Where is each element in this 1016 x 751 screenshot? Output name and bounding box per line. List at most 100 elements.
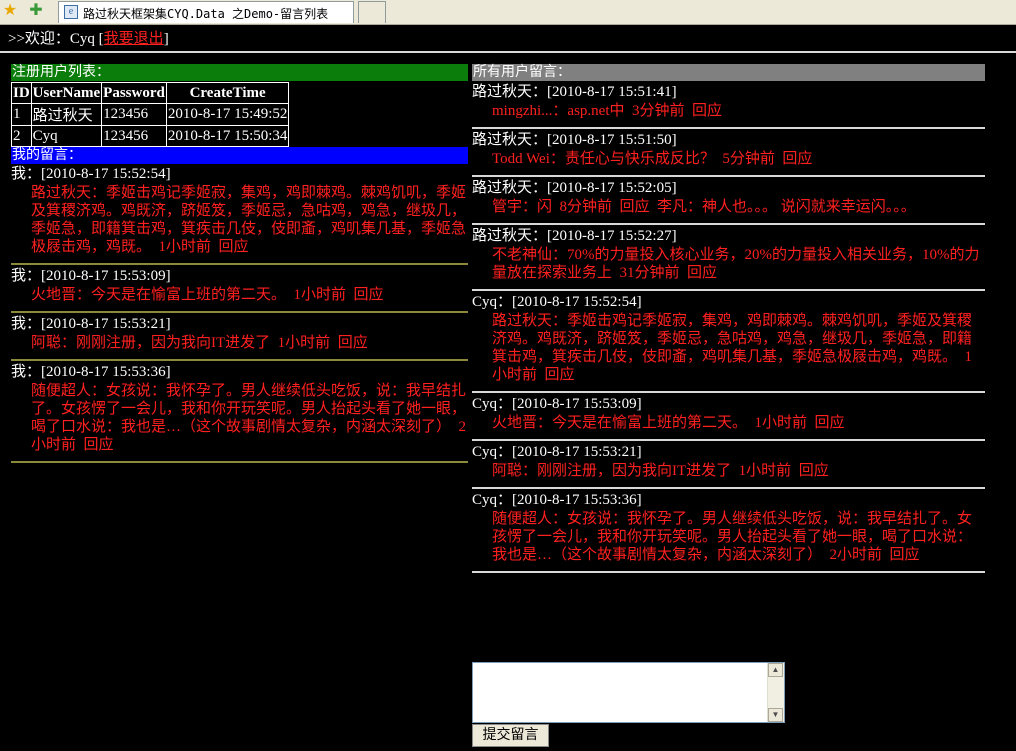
message-text: 阿聪：刚刚注册，因为我向IT进发了 [492,463,732,479]
all-messages-header: 所有用户留言： [472,64,985,81]
message-author: 路过秋天：[2010-8-17 15:51:50] [472,132,677,148]
logout-link[interactable]: 我要退出 [104,31,164,47]
message-body: 随便超人：女孩说：我怀孕了。男人继续低头吃饭，说：我早结扎了。女孩愣了一会儿，我… [11,382,468,454]
star-icon[interactable]: ★ [1,2,19,20]
table-row: 1 路过秋天 123456 2010-8-17 15:49:52 [11,103,290,126]
message-text: 路过秋天：季姬击鸡记季姬寂，集鸡，鸡即棘鸡。棘鸡饥叽，季姬及箕稷济鸡。鸡既济，跻… [492,313,973,365]
message-author: 路过秋天：[2010-8-17 15:52:05] [472,180,677,196]
table-cell: 2010-8-17 15:50:34 [165,125,290,147]
left-column: 注册用户列表： ID UserName Password CreateTime … [11,64,468,463]
message-body: 路过秋天：季姬击鸡记季姬寂，集鸡，鸡即棘鸡。棘鸡饥叽，季姬及箕稷济鸡。鸡既济，跻… [11,184,468,256]
message-text: 阿聪：刚刚注册，因为我向IT进发了 [31,335,271,351]
reply-link[interactable]: 回应 [338,335,368,351]
table-cell: 2 [11,125,32,147]
list-item: 我：[2010-8-17 15:53:36] 随便超人：女孩说：我怀孕了。男人继… [11,361,468,463]
tab-current[interactable]: e 路过秋天框架集CYQ.Data 之Demo-留言列表 [58,1,354,23]
reply-link[interactable]: 回应 [545,367,575,383]
list-item: Cyq：[2010-8-17 15:53:09] 火地晋：今天是在愉富上班的第二… [472,393,985,441]
table-cell: 123456 [101,103,167,126]
message-time: 1小时前 [738,463,792,479]
users-table: ID UserName Password CreateTime 1 路过秋天 1… [11,82,290,147]
divider [0,51,1016,53]
column-header: CreateTime [165,82,290,104]
reply-link[interactable]: 回应 [620,199,650,215]
message-body: 火地晋：今天是在愉富上班的第二天。 1小时前 回应 [11,286,468,304]
table-cell: 路过秋天 [30,103,103,126]
message-author: 我：[2010-8-17 15:53:36] [11,364,171,380]
scroll-down-icon[interactable]: ▼ [768,708,783,722]
list-item: 路过秋天：[2010-8-17 15:51:41] mingzhi...：asp… [472,81,985,129]
reply-link[interactable]: 回应 [815,415,845,431]
textarea-scrollbar[interactable]: ▲ ▼ [767,663,784,722]
list-item: Cyq：[2010-8-17 15:53:21] 阿聪：刚刚注册，因为我向IT进… [472,441,985,489]
users-header: 注册用户列表： [11,64,468,81]
welcome-text: >>欢迎：Cyq [ [8,31,104,47]
submit-message-button[interactable]: 提交留言 [472,724,549,747]
message-time: 1小时前 [158,239,212,255]
table-header-row: ID UserName Password CreateTime [11,82,290,104]
message-body: mingzhi...：asp.net中 3分钟前 回应 [472,102,985,120]
list-item: Cyq：[2010-8-17 15:52:54] 路过秋天：季姬击鸡记季姬寂，集… [472,291,985,393]
message-text: Todd Wei：责任心与快乐成反比？ [492,151,715,167]
welcome-line: >>欢迎：Cyq [我要退出] [8,27,169,48]
column-header: UserName [30,82,103,104]
table-cell: 1 [11,103,32,126]
message-text: 火地晋：今天是在愉富上班的第二天。 [31,287,287,303]
reply-link[interactable]: 回应 [799,463,829,479]
table-cell: 2010-8-17 15:49:52 [165,103,290,126]
list-item: 我：[2010-8-17 15:53:09] 火地晋：今天是在愉富上班的第二天。… [11,265,468,313]
message-body: 随便超人：女孩说：我怀孕了。男人继续低头吃饭，说：我早结扎了。女孩愣了一会儿，我… [472,510,985,564]
browser-tab-bar: ★ ✚ e 路过秋天框架集CYQ.Data 之Demo-留言列表 [0,0,1016,25]
message-time: 8分钟前 [559,199,613,215]
message-body: 阿聪：刚刚注册，因为我向IT进发了 1小时前 回应 [472,462,985,480]
message-text: 管宇：闪 [492,199,553,215]
message-text: 随便超人：女孩说：我怀孕了。男人继续低头吃饭，说：我早结扎了。女孩愣了一会儿，我… [31,383,467,435]
message-time: 3分钟前 [631,103,685,119]
my-messages-header: 我的留言： [11,147,468,164]
page-icon: e [64,5,78,19]
message-author: Cyq：[2010-8-17 15:52:54] [472,294,642,310]
message-text: 火地晋：今天是在愉富上班的第二天。 [492,415,748,431]
tab-title: 路过秋天框架集CYQ.Data 之Demo-留言列表 [83,7,329,21]
new-tab-button[interactable] [358,1,386,23]
message-body: 阿聪：刚刚注册，因为我向IT进发了 1小时前 回应 [11,334,468,352]
message-author: Cyq：[2010-8-17 15:53:21] [472,444,642,460]
reply-link[interactable]: 回应 [687,265,717,281]
message-body: 路过秋天：季姬击鸡记季姬寂，集鸡，鸡即棘鸡。棘鸡饥叽，季姬及箕稷济鸡。鸡既济，跻… [472,312,985,384]
reply-link[interactable]: 回应 [84,437,114,453]
list-item: 路过秋天：[2010-8-17 15:51:50] Todd Wei：责任心与快… [472,129,985,177]
list-item: 路过秋天：[2010-8-17 15:52:05] 管宇：闪 8分钟前 回应 李… [472,177,985,225]
all-messages-list: 路过秋天：[2010-8-17 15:51:41] mingzhi...：asp… [472,81,985,573]
message-author: 路过秋天：[2010-8-17 15:52:27] [472,228,677,244]
my-messages-list: 我：[2010-8-17 15:52:54] 路过秋天：季姬击鸡记季姬寂，集鸡，… [11,164,468,463]
reply-link[interactable]: 回应 [692,103,722,119]
message-author: 我：[2010-8-17 15:53:09] [11,268,171,284]
add-favorite-icon[interactable]: ✚ [27,2,45,20]
message-author: 我：[2010-8-17 15:52:54] [11,166,171,182]
message-textarea[interactable]: ▲ ▼ [472,662,785,723]
message-extra: 李凡：神人也。。。 说闪就来幸运闪。。。 [657,199,916,215]
message-author: 路过秋天：[2010-8-17 15:51:41] [472,84,677,100]
list-item: 我：[2010-8-17 15:52:54] 路过秋天：季姬击鸡记季姬寂，集鸡，… [11,164,468,265]
message-time: 2小时前 [829,547,883,563]
message-author: Cyq：[2010-8-17 15:53:09] [472,396,642,412]
message-time: 1小时前 [293,287,347,303]
message-time: 1小时前 [277,335,331,351]
scroll-up-icon[interactable]: ▲ [768,663,783,677]
message-body: 管宇：闪 8分钟前 回应 李凡：神人也。。。 说闪就来幸运闪。。。 [472,198,985,216]
message-time: 5分钟前 [722,151,775,167]
reply-link[interactable]: 回应 [219,239,249,255]
message-body: Todd Wei：责任心与快乐成反比？ 5分钟前 回应 [472,150,985,168]
message-text: 不老神仙：70%的力量投入核心业务，20%的力量投入相关业务，10%的力量放在探… [492,247,980,281]
reply-link[interactable]: 回应 [782,151,812,167]
reply-link[interactable]: 回应 [890,547,920,563]
message-author: Cyq：[2010-8-17 15:53:36] [472,492,642,508]
message-body: 不老神仙：70%的力量投入核心业务，20%的力量投入相关业务，10%的力量放在探… [472,246,985,282]
table-cell: Cyq [30,125,103,147]
table-row: 2 Cyq 123456 2010-8-17 15:50:34 [11,125,290,147]
column-header: ID [11,82,32,104]
reply-link[interactable]: 回应 [354,287,384,303]
list-item: Cyq：[2010-8-17 15:53:36] 随便超人：女孩说：我怀孕了。男… [472,489,985,573]
table-cell: 123456 [101,125,167,147]
message-time: 1小时前 [754,415,808,431]
